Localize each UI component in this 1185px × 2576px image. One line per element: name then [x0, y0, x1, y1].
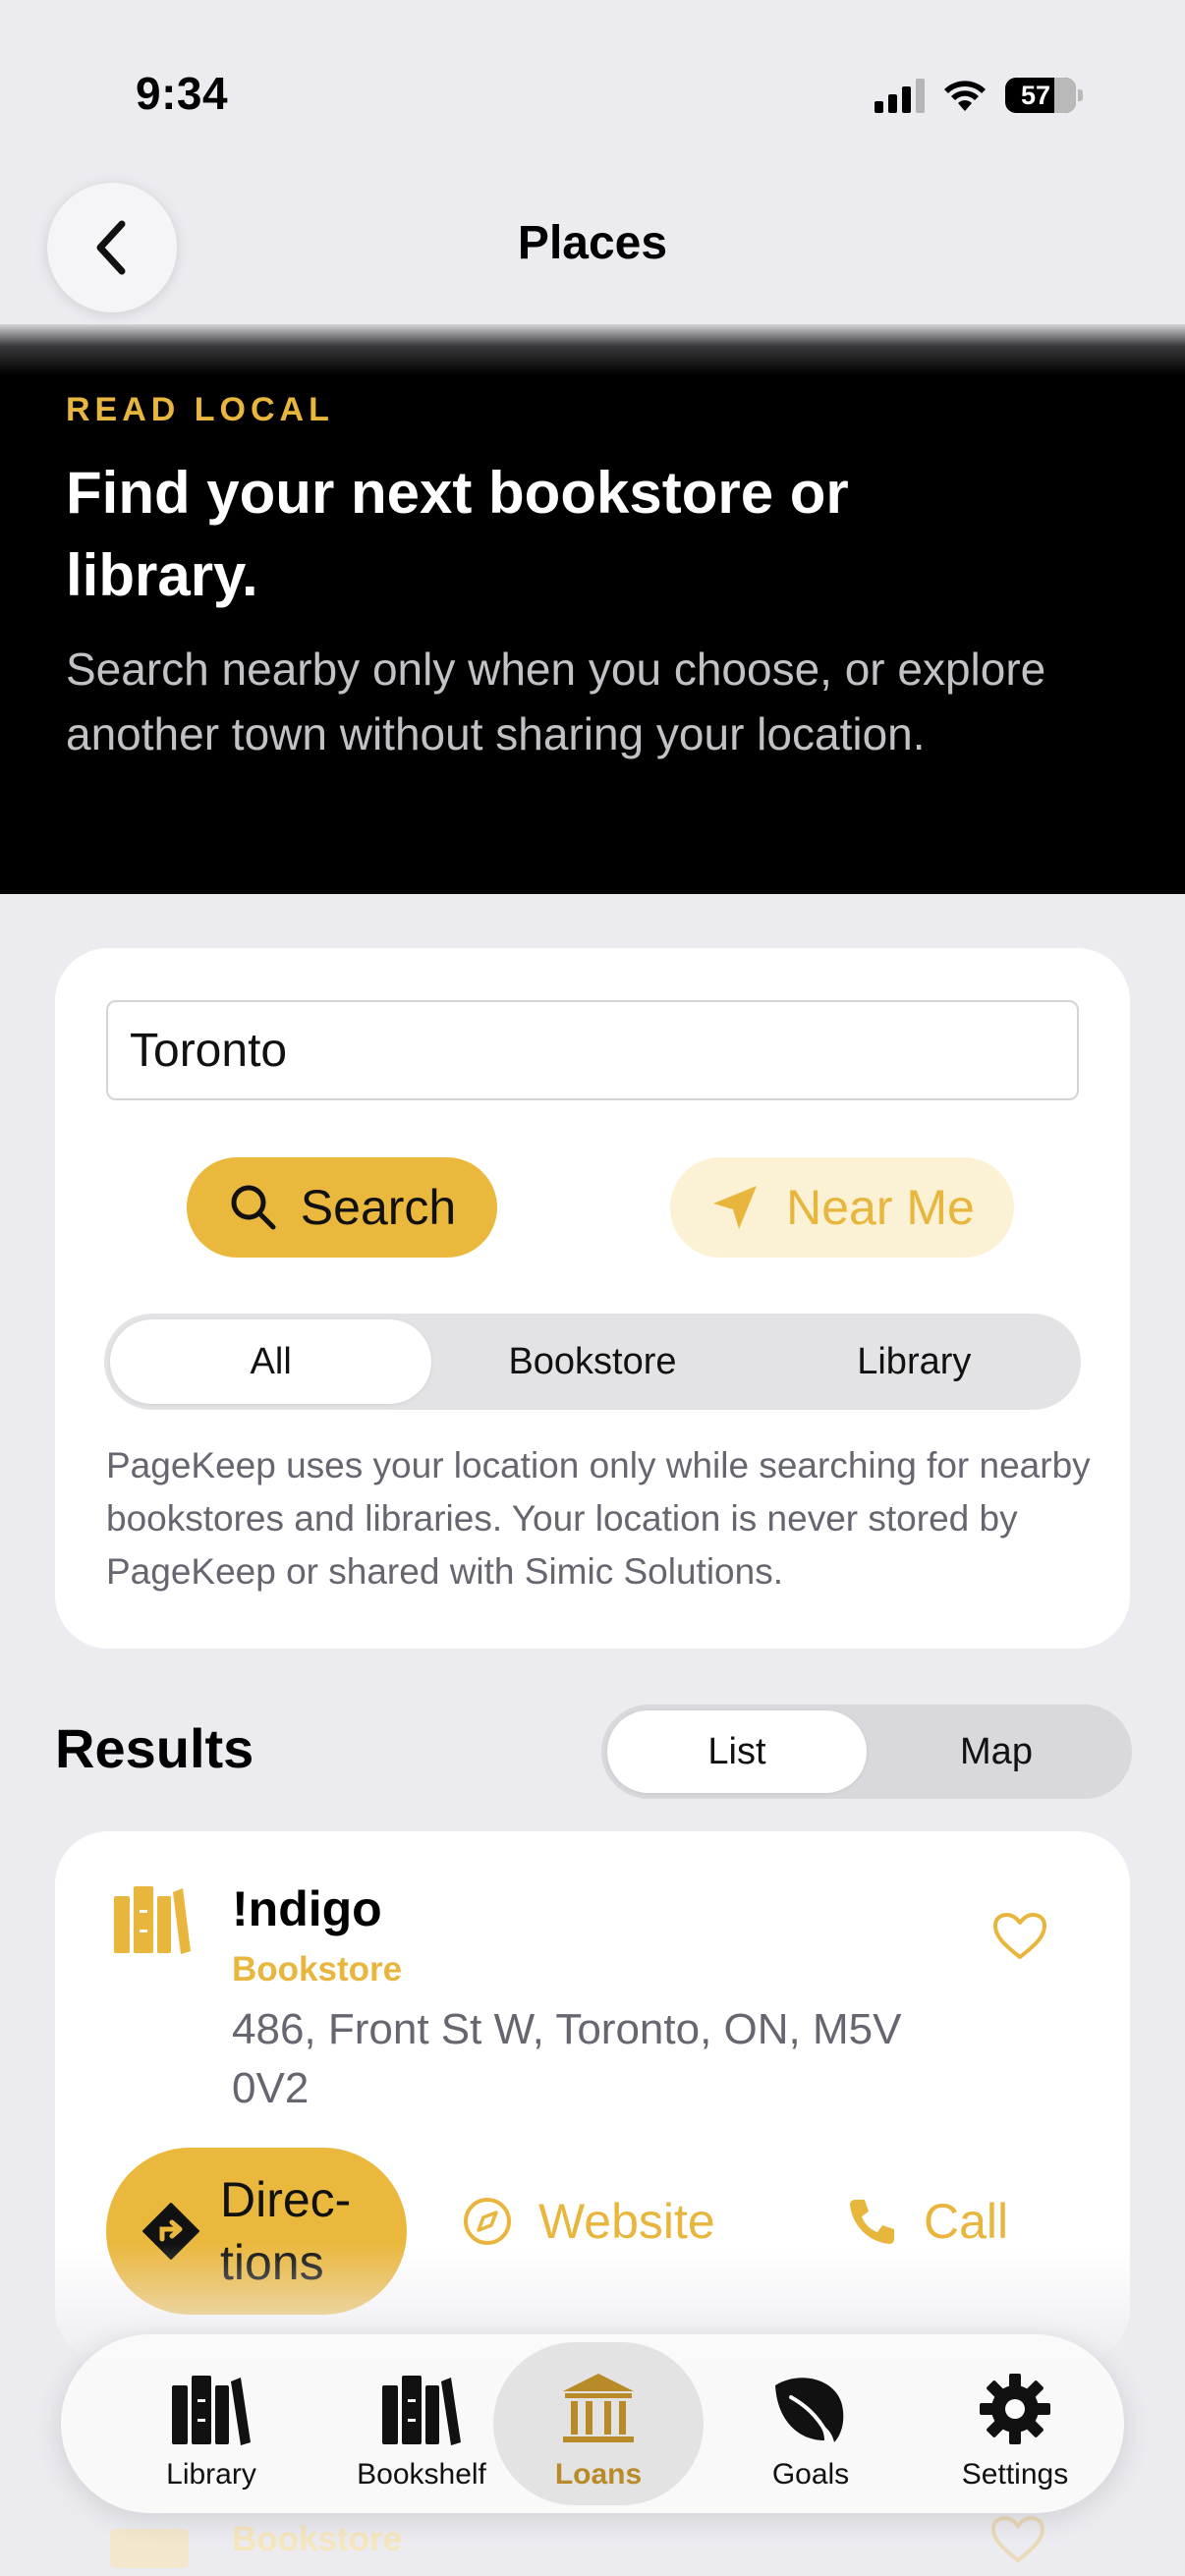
next-place-type: Bookstore: [232, 2520, 403, 2558]
library-icon: [172, 2376, 251, 2445]
website-label: Website: [538, 2194, 715, 2249]
tab-goals[interactable]: Goals: [705, 2342, 916, 2505]
tab-loans[interactable]: Loans: [493, 2342, 704, 2505]
search-button[interactable]: Search: [187, 1157, 497, 1258]
tab-settings-label: Settings: [961, 2458, 1069, 2491]
wifi-icon: [944, 81, 986, 111]
leaf-icon: [775, 2378, 844, 2442]
books-icon: [114, 1886, 191, 1954]
hero-subtitle: Search nearby only when you choose, or e…: [66, 644, 1046, 759]
gear-icon: [980, 2374, 1050, 2444]
view-toggle: List Map: [601, 1705, 1132, 1799]
search-button-label: Search: [300, 1180, 457, 1235]
books-icon: [110, 2529, 189, 2568]
filter-bookstore[interactable]: Bookstore: [431, 1319, 753, 1404]
status-time: 9:34: [136, 68, 229, 119]
tab-settings[interactable]: Settings: [910, 2342, 1120, 2505]
search-icon: [231, 1185, 276, 1230]
favorite-button[interactable]: [992, 1912, 1047, 1966]
page-title: Places: [517, 217, 668, 269]
privacy-note: PageKeep uses your location only while s…: [106, 1445, 1091, 1592]
phone-icon: [850, 2200, 894, 2244]
tab-goals-label: Goals: [771, 2458, 850, 2491]
search-input[interactable]: [106, 1000, 1079, 1100]
bank-icon: [563, 2374, 634, 2442]
compass-icon: [464, 2198, 511, 2245]
status-icons: 57: [875, 73, 1083, 118]
tab-library-label: Library: [166, 2458, 256, 2491]
result-card[interactable]: !ndigo Bookstore 486, Front St W, Toront…: [55, 1831, 1130, 2362]
hero-title: Find your next bookstore or library.: [66, 460, 849, 608]
type-filter: All Bookstore Library: [104, 1314, 1081, 1410]
call-label: Call: [924, 2194, 1009, 2249]
near-me-button-label: Near Me: [786, 1180, 975, 1235]
hero-banner: READ LOCAL Find your next bookstore or l…: [0, 324, 1185, 894]
search-card: Search Near Me All Bookstore Library Pag…: [55, 948, 1130, 1649]
call-button[interactable]: Call: [847, 2193, 1008, 2250]
hero-eyebrow: READ LOCAL: [66, 391, 334, 428]
tab-library[interactable]: Library: [106, 2342, 316, 2505]
website-button[interactable]: Website: [462, 2193, 715, 2250]
filter-all[interactable]: All: [110, 1319, 432, 1404]
place-address: 486, Front St W, Toronto, ON, M5V 0V2: [232, 2005, 902, 2112]
tab-loans-label: Loans: [554, 2458, 643, 2491]
view-list[interactable]: List: [607, 1710, 867, 1793]
battery-icon: 57: [1005, 78, 1083, 113]
results-title: Results: [55, 1717, 254, 1779]
battery-level: 57: [1020, 80, 1051, 110]
view-map[interactable]: Map: [867, 1710, 1126, 1793]
place-type: Bookstore: [232, 1950, 403, 1988]
signal-icon: [875, 78, 925, 113]
heart-icon: [993, 1913, 1046, 1959]
tab-bar: Library Bookshelf Loans Goals Settings: [61, 2334, 1124, 2513]
place-name: !ndigo: [232, 1881, 382, 1936]
bookshelf-icon: [382, 2376, 461, 2445]
near-me-button[interactable]: Near Me: [670, 1157, 1014, 1258]
heart-icon: [990, 2515, 1045, 2563]
filter-library[interactable]: Library: [754, 1319, 1075, 1404]
location-arrow-icon: [713, 1186, 758, 1229]
